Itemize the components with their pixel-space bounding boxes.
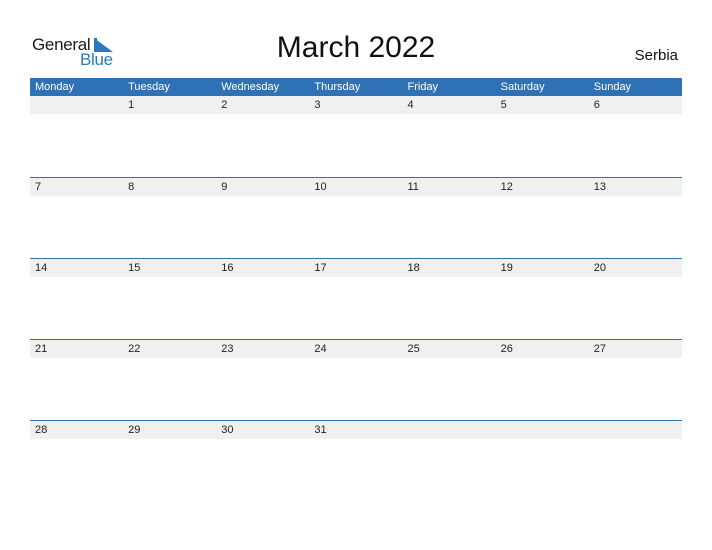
day-cell: 30 [221, 424, 234, 436]
day-cell: 7 [35, 181, 42, 193]
day-number-row: 1 2 3 4 5 6 [30, 96, 682, 114]
day-cell: 9 [221, 181, 228, 193]
day-cell: 1 [128, 99, 135, 111]
day-cell: 29 [128, 424, 141, 436]
day-cell: 24 [314, 343, 327, 355]
day-cell: 12 [500, 181, 513, 193]
day-cell: 16 [221, 262, 234, 274]
weekday-sunday: Sunday [593, 81, 632, 93]
week-row-1: 1 2 3 4 5 6 [30, 96, 682, 177]
day-cell: 25 [407, 343, 420, 355]
day-cell: 5 [500, 99, 507, 111]
weekday-header: Monday Tuesday Wednesday Thursday Friday… [30, 78, 682, 96]
calendar-title: March 2022 [276, 31, 436, 64]
day-cell: 3 [314, 99, 321, 111]
day-cell: 6 [593, 99, 600, 111]
day-cell [496, 421, 589, 439]
day-cell: 11 [407, 181, 419, 193]
day-cell: 14 [35, 262, 48, 274]
weekday-tuesday: Tuesday [128, 81, 170, 93]
week-row-2: 7 8 9 10 11 12 13 [30, 177, 682, 258]
day-cell: 27 [593, 343, 606, 355]
weekday-monday: Monday [35, 81, 75, 93]
day-cell: 26 [500, 343, 513, 355]
day-number-row: 14 15 16 17 18 19 20 [30, 259, 682, 277]
day-number-row: 21 22 23 24 25 26 27 [30, 340, 682, 358]
day-cell [403, 421, 496, 439]
country-label: Serbia [634, 47, 678, 64]
day-cell: 28 [35, 424, 48, 436]
day-cell: 20 [593, 262, 606, 274]
day-cell: 13 [593, 181, 606, 193]
week-row-3: 14 15 16 17 18 19 20 [30, 258, 682, 339]
day-cell: 31 [314, 424, 327, 436]
day-number-row: 7 8 9 10 11 12 13 [30, 178, 682, 196]
day-cell: 22 [128, 343, 141, 355]
weekday-thursday: Thursday [314, 81, 361, 93]
day-cell: 18 [407, 262, 420, 274]
week-row-4: 21 22 23 24 25 26 27 [30, 339, 682, 420]
day-cell: 21 [35, 343, 48, 355]
day-cell: 19 [500, 262, 513, 274]
weekday-saturday: Saturday [500, 81, 545, 93]
day-cell: 15 [128, 262, 141, 274]
weekday-friday: Friday [407, 81, 439, 93]
day-cell: 8 [128, 181, 135, 193]
day-cell: 17 [314, 262, 327, 274]
day-cell [589, 421, 682, 439]
day-cell: 10 [314, 181, 327, 193]
day-cell: 4 [407, 99, 414, 111]
week-row-5: 28 29 30 31 [30, 420, 682, 501]
calendar-grid: Monday Tuesday Wednesday Thursday Friday… [30, 78, 682, 501]
day-cell [30, 96, 123, 114]
day-number-row: 28 29 30 31 [30, 421, 682, 439]
day-cell: 23 [221, 343, 234, 355]
day-cell: 2 [221, 99, 228, 111]
weekday-wednesday: Wednesday [221, 81, 280, 93]
